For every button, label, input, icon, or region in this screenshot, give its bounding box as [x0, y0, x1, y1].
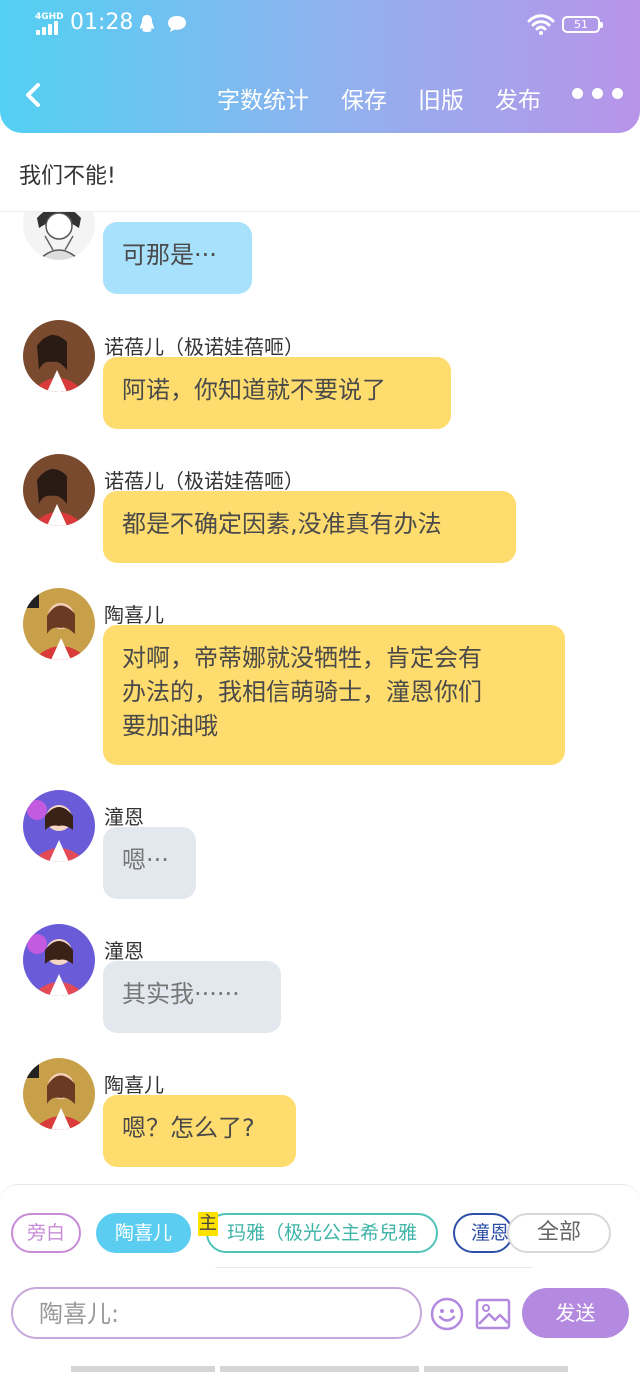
speaker-name: 陶喜儿	[104, 1073, 164, 1097]
emoji-icon[interactable]	[429, 1296, 465, 1332]
sketch-avatar	[23, 212, 95, 260]
chat-icon	[168, 16, 186, 32]
speaker-name: 潼恩	[104, 805, 144, 829]
message-bubble[interactable]: 嗯？怎么了?	[103, 1095, 296, 1167]
message-bubble[interactable]: 都是不确定因素,没准真有办法	[103, 491, 516, 563]
back-chevron-icon[interactable]	[20, 78, 46, 112]
speaker-name: 陶喜儿	[104, 603, 164, 627]
photo-avatar	[23, 924, 95, 996]
photo-avatar	[23, 588, 95, 660]
speaker-name: 诺蓓儿（极诺娃蓓咂）	[104, 335, 304, 359]
word-count-button[interactable]: 字数统计	[217, 81, 309, 115]
photo-avatar	[23, 320, 95, 392]
publish-button[interactable]: 发布	[495, 81, 541, 115]
divider	[215, 1267, 533, 1268]
old-version-button[interactable]: 旧版	[418, 81, 464, 115]
wifi-icon	[527, 14, 555, 35]
app-header: 4GHD 01:28 51 字数统计 保存 旧版 发布	[0, 0, 640, 133]
role-chip-tongen[interactable]: 潼恩	[453, 1213, 513, 1253]
message-input[interactable]	[37, 1297, 401, 1331]
speaker-name: 潼恩	[104, 939, 144, 963]
more-dots-icon[interactable]	[572, 88, 624, 102]
chat-list[interactable]: 可那是··· 诺蓓儿（极诺娃蓓咂） 阿诺，你知道就不要说了 诺蓓儿（极诺娃蓓咂）…	[0, 212, 640, 1184]
all-roles-button[interactable]: 全部	[507, 1213, 611, 1253]
qq-icon	[140, 15, 154, 32]
status-time: 01:28	[70, 10, 134, 35]
message-bubble[interactable]: 对啊，帝蒂娜就没牺牲，肯定会有 办法的，我相信萌骑士，潼恩你们 要加油哦	[103, 625, 565, 765]
photo-avatar	[23, 454, 95, 526]
send-button[interactable]: 发送	[522, 1288, 629, 1338]
status-bar: 4GHD 01:28 51	[0, 0, 640, 50]
story-title[interactable]: 我们不能!	[19, 158, 116, 190]
role-chip-tao-xier[interactable]: 陶喜儿	[96, 1213, 191, 1253]
message-bubble[interactable]: 嗯···	[103, 827, 196, 899]
nav-bar-segment	[424, 1366, 568, 1372]
nav-bar-segment	[71, 1366, 215, 1372]
message-bubble[interactable]: 阿诺，你知道就不要说了	[103, 357, 451, 429]
save-button[interactable]: 保存	[341, 81, 387, 115]
message-bubble[interactable]: 可那是···	[103, 222, 252, 294]
role-chip-maya[interactable]: 玛雅（极光公主希兒雅	[206, 1213, 438, 1253]
battery-icon: 51	[562, 16, 603, 33]
message-bubble[interactable]: 其实我······	[103, 961, 281, 1033]
speaker-name: 诺蓓儿（极诺娃蓓咂）	[104, 469, 304, 493]
photo-avatar	[23, 790, 95, 862]
image-icon[interactable]	[475, 1298, 511, 1330]
photo-avatar	[23, 1058, 95, 1130]
role-chip-narration[interactable]: 旁白	[11, 1213, 81, 1253]
host-badge: 主	[198, 1212, 218, 1236]
signal-icon	[36, 21, 62, 35]
nav-bar-segment	[220, 1366, 419, 1372]
message-input-box[interactable]	[11, 1287, 422, 1339]
